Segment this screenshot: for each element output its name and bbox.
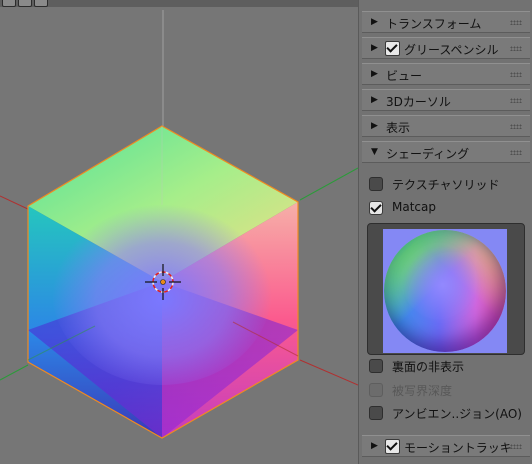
section-label: モーショントラッキ [404,441,512,455]
scene-canvas[interactable] [0,0,358,464]
section-label: 表示 [386,121,411,135]
section-label: グリースペンシル [404,43,499,57]
option-label: 裏面の非表示 [392,360,465,374]
drag-grip-icon[interactable] [510,124,522,129]
matcap-preview-image [383,229,507,353]
collapse-triangle-icon: ▼ [371,147,378,157]
x-axis-line [0,195,31,211]
expand-triangle-icon: ▶ [371,95,378,105]
panel-section-transform[interactable]: ▶ トランスフォーム [362,11,530,33]
panel-section-3d-cursor[interactable]: ▶ 3Dカーソル [362,89,530,111]
drag-grip-icon[interactable] [510,46,522,51]
option-label: テクスチャソリッド [392,178,500,192]
y-axis-line [0,364,29,381]
panel-section-grease-pencil[interactable]: ▶ グリースペンシル [362,37,530,59]
texture-solid-checkbox[interactable] [369,177,383,191]
3d-viewport[interactable] [0,0,358,464]
ambient-occlusion-checkbox[interactable] [369,406,383,420]
properties-n-panel: ▶ トランスフォーム ▶ グリースペンシル ▶ ビュー ▶ 3Dカーソル ▶ 表… [358,0,532,464]
panel-section-shading[interactable]: ▼ シェーディング [362,141,530,163]
panel-section-view[interactable]: ▶ ビュー [362,63,530,85]
matcap-checkbox[interactable] [369,201,383,215]
matcap-sphere [384,230,506,352]
expand-triangle-icon: ▶ [371,441,378,451]
option-label: 被写界深度 [392,384,453,398]
expand-triangle-icon: ▶ [371,17,378,27]
panel-section-display[interactable]: ▶ 表示 [362,115,530,137]
option-label: アンビエン..ジョン(AO) [392,407,522,421]
section-label: ビュー [386,69,423,83]
depth-of-field-checkbox [369,383,383,397]
section-label: シェーディング [386,147,470,161]
backface-hide-checkbox[interactable] [369,359,383,373]
expand-triangle-icon: ▶ [371,121,378,131]
option-label: Matcap [392,200,436,214]
drag-grip-icon[interactable] [510,20,522,25]
drag-grip-icon[interactable] [510,444,522,449]
expand-triangle-icon: ▶ [371,69,378,79]
matcap-preview-button[interactable] [367,223,525,355]
y-axis-line [299,167,358,201]
section-label: トランスフォーム [386,17,482,31]
motion-tracking-checkbox[interactable] [385,439,400,454]
drag-grip-icon[interactable] [510,72,522,77]
x-axis-line [299,359,358,386]
drag-grip-icon[interactable] [510,98,522,103]
expand-triangle-icon: ▶ [371,43,378,53]
drag-grip-icon[interactable] [510,150,522,155]
grease-pencil-checkbox[interactable] [385,41,400,56]
panel-section-motion-tracking[interactable]: ▶ モーショントラッキ [362,435,530,457]
section-label: 3Dカーソル [386,95,451,109]
